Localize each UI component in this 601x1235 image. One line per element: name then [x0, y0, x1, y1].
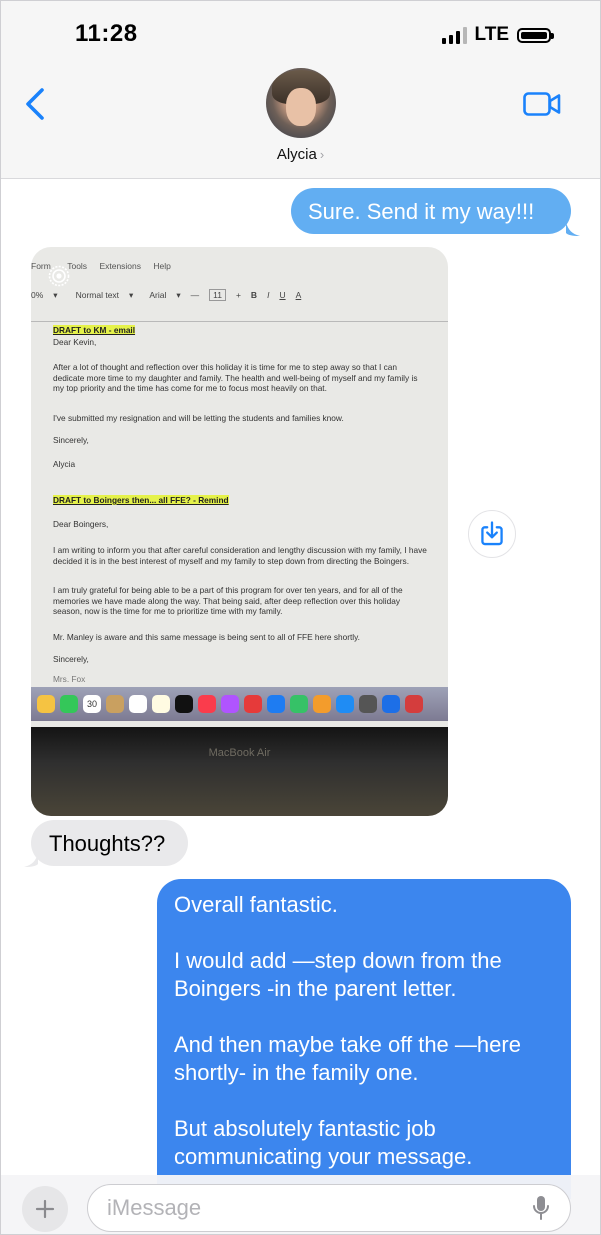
- chevron-right-icon: ›: [319, 147, 325, 162]
- conversation-header: 11:28 LTE Alycia ›: [0, 0, 601, 179]
- message-text: I would add —step down from the Boingers…: [174, 948, 502, 1001]
- network-type: LTE: [474, 24, 509, 45]
- plus-icon: [35, 1199, 55, 1219]
- mac-dock: 30: [31, 687, 448, 721]
- live-photo-icon[interactable]: [48, 265, 70, 287]
- bubble-tail: [566, 222, 580, 236]
- contact-avatar[interactable]: [266, 68, 336, 138]
- message-input-field[interactable]: [87, 1184, 571, 1232]
- status-indicators: LTE: [441, 24, 554, 46]
- contact-name-button[interactable]: Alycia ›: [0, 146, 601, 163]
- message-input[interactable]: [105, 1194, 509, 1222]
- doc-ruler: [31, 309, 448, 322]
- sent-message-bubble[interactable]: Overall fantastic. I would add —step dow…: [157, 879, 571, 1199]
- message-text: Sure. Send it my way!!!: [308, 199, 535, 224]
- received-photo-attachment[interactable]: Form Tools Extensions Help 0% ▾ Normal te…: [31, 247, 448, 816]
- bubble-tail: [24, 853, 38, 867]
- message-text: Thoughts??: [49, 831, 166, 856]
- message-text: Overall fantastic.: [174, 892, 338, 917]
- sent-message-bubble[interactable]: Sure. Send it my way!!!: [291, 188, 571, 234]
- received-message-bubble[interactable]: Thoughts??: [31, 820, 188, 866]
- laptop-bezel: [31, 727, 448, 816]
- laptop-label: MacBook Air: [208, 747, 271, 759]
- apps-plus-button[interactable]: [22, 1186, 68, 1232]
- message-text: But absolutely fantastic job communicati…: [174, 1116, 473, 1169]
- status-time: 11:28: [75, 20, 138, 47]
- save-download-icon: [481, 521, 503, 546]
- battery-icon: [517, 27, 554, 43]
- signal-strength-icon: [441, 26, 467, 44]
- save-to-photos-button[interactable]: [468, 510, 516, 558]
- message-text: And then maybe take off the —here shortl…: [174, 1032, 521, 1085]
- video-camera-icon[interactable]: [523, 92, 561, 116]
- back-chevron-icon[interactable]: [22, 86, 50, 122]
- doc-format-toolbar: 0% ▾ Normal text ▾ Arial ▾ — 11 + B I U A: [31, 289, 302, 301]
- microphone-icon[interactable]: [532, 1195, 550, 1221]
- contact-name: Alycia: [276, 146, 317, 163]
- doc-menu-bar: Form Tools Extensions Help: [31, 261, 171, 271]
